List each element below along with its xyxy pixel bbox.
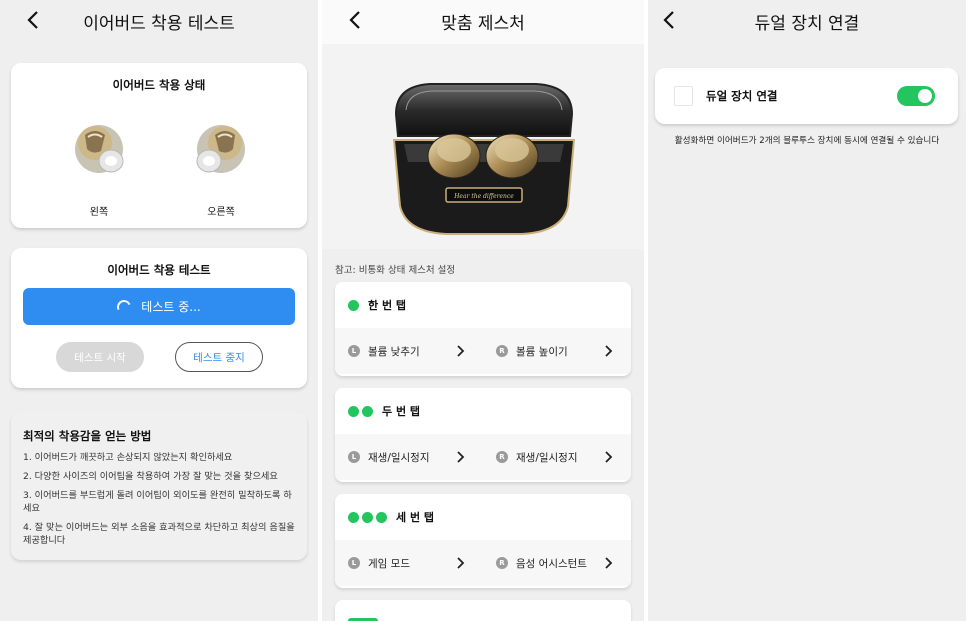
tap-count-indicator bbox=[348, 512, 387, 523]
action-label: 볼륨 낮추기 bbox=[368, 345, 420, 358]
custom-gesture-screen: 맞춤 제스처 Hear the difference 참고: 비통화 상태 제스… bbox=[322, 0, 644, 621]
dual-connection-label: 듀얼 장치 연결 bbox=[706, 89, 778, 103]
dual-connection-toggle[interactable] bbox=[897, 86, 935, 106]
card-title: 이어버드 착용 테스트 bbox=[107, 263, 211, 277]
top-bar: 맞춤 제스처 bbox=[322, 0, 644, 44]
device-placeholder-icon bbox=[674, 86, 693, 106]
dual-connection-description: 활성화하면 이어버드가 2개의 블루투스 장치에 동시에 연결될 수 있습니다 bbox=[674, 136, 940, 146]
left-action-item[interactable]: L 게임 모드 bbox=[335, 540, 471, 586]
top-bar: 듀얼 장치 연결 bbox=[648, 0, 966, 40]
right-label: 오른쪽 bbox=[207, 207, 235, 218]
page-title: 이어버드 착용 테스트 bbox=[83, 14, 235, 34]
page-title: 맞춤 제스처 bbox=[441, 14, 525, 34]
case-engraving-text: Hear the difference bbox=[453, 193, 514, 200]
right-badge: R bbox=[496, 557, 508, 569]
fit-status-card: 이어버드 착용 상태 왼쪽 오른쪽 bbox=[11, 63, 307, 228]
tip-item: 2. 다양한 사이즈의 이어팁을 착용하여 가장 잘 맞는 것을 찾으세요 bbox=[23, 471, 278, 482]
fit-tips-card: 최적의 착용감을 얻는 방법 1. 이어버드가 깨끗하고 손상되지 않았는지 확… bbox=[11, 412, 307, 560]
chevron-right-icon bbox=[457, 557, 465, 569]
action-label: 재생/일시정지 bbox=[368, 451, 430, 464]
chevron-right-icon bbox=[605, 345, 613, 357]
right-action-item[interactable]: R 볼륨 높이기 bbox=[483, 328, 619, 374]
start-test-button[interactable]: 테스트 시작 bbox=[56, 342, 144, 372]
gesture-card-single-tap: 한 번 탭 L 볼륨 낮추기 R 볼륨 높이기 bbox=[335, 282, 631, 376]
dual-connection-card: 듀얼 장치 연결 bbox=[655, 68, 958, 124]
gesture-card-partial bbox=[335, 600, 631, 621]
left-earbud-image bbox=[71, 121, 127, 181]
left-action-item[interactable]: L 재생/일시정지 bbox=[335, 434, 471, 480]
tip-item: 4. 잘 맞는 이어버드는 외부 소음을 효과적으로 차단하고 최상의 음질을 … bbox=[23, 522, 295, 546]
right-earbud-image bbox=[193, 121, 249, 181]
chevron-right-icon bbox=[605, 557, 613, 569]
gesture-card-triple-tap: 세 번 탭 L 게임 모드 R 음성 어시스턴트 bbox=[335, 494, 631, 588]
stop-test-button[interactable]: 테스트 중지 bbox=[175, 342, 263, 372]
right-badge: R bbox=[496, 345, 508, 357]
gesture-label: 한 번 탭 bbox=[368, 299, 407, 312]
toggle-knob bbox=[918, 89, 932, 103]
chevron-right-icon bbox=[457, 451, 465, 463]
fit-test-card: 이어버드 착용 테스트 테스트 중... 테스트 시작 테스트 중지 bbox=[11, 248, 307, 388]
action-label: 게임 모드 bbox=[368, 557, 410, 570]
gesture-actions: L 볼륨 낮추기 R 볼륨 높이기 bbox=[335, 328, 631, 374]
earbuds-case-image: Hear the difference bbox=[392, 83, 576, 235]
tip-item: 3. 이어버드를 부드럽게 돌려 이어팁이 외이도를 완전히 밀착하도록 하세요 bbox=[23, 490, 292, 514]
gesture-actions: L 게임 모드 R 음성 어시스턴트 bbox=[335, 540, 631, 586]
loading-spinner-icon bbox=[115, 297, 134, 316]
testing-label: 테스트 중... bbox=[141, 300, 201, 314]
testing-button[interactable]: 테스트 중... bbox=[23, 288, 295, 325]
tap-count-indicator bbox=[348, 300, 359, 311]
right-action-item[interactable]: R 재생/일시정지 bbox=[483, 434, 619, 480]
product-image-area: Hear the difference bbox=[322, 44, 644, 249]
chevron-right-icon bbox=[457, 345, 465, 357]
gesture-header: 세 번 탭 bbox=[335, 494, 631, 540]
gesture-header: 두 번 탭 bbox=[335, 388, 631, 434]
tap-count-indicator bbox=[348, 406, 373, 417]
fit-test-screen: 이어버드 착용 테스트 이어버드 착용 상태 왼쪽 오른쪽 이어버드 착용 테스… bbox=[0, 0, 318, 621]
top-bar: 이어버드 착용 테스트 bbox=[0, 0, 318, 40]
action-label: 재생/일시정지 bbox=[516, 451, 578, 464]
right-action-item[interactable]: R 음성 어시스턴트 bbox=[483, 540, 619, 586]
page-title: 듀얼 장치 연결 bbox=[754, 14, 860, 34]
action-label: 음성 어시스턴트 bbox=[516, 557, 587, 570]
chevron-right-icon bbox=[605, 451, 613, 463]
gesture-label: 두 번 탭 bbox=[382, 405, 421, 418]
left-label: 왼쪽 bbox=[89, 207, 109, 218]
action-label: 볼륨 높이기 bbox=[516, 345, 568, 358]
gesture-actions: L 재생/일시정지 R 재생/일시정지 bbox=[335, 434, 631, 480]
left-badge: L bbox=[348, 557, 360, 569]
left-badge: L bbox=[348, 345, 360, 357]
gesture-note: 참고: 비통화 상태 제스처 설정 bbox=[335, 265, 456, 276]
card-title: 이어버드 착용 상태 bbox=[112, 78, 206, 92]
gesture-card-double-tap: 두 번 탭 L 재생/일시정지 R 재생/일시정지 bbox=[335, 388, 631, 482]
gesture-header: 한 번 탭 bbox=[335, 282, 631, 328]
tips-title: 최적의 착용감을 얻는 방법 bbox=[23, 429, 152, 443]
right-badge: R bbox=[496, 451, 508, 463]
gesture-label: 세 번 탭 bbox=[396, 511, 435, 524]
tip-item: 1. 이어버드가 깨끗하고 손상되지 않았는지 확인하세요 bbox=[23, 452, 233, 463]
dual-connection-screen: 듀얼 장치 연결 듀얼 장치 연결 활성화하면 이어버드가 2개의 블루투스 장… bbox=[648, 0, 966, 621]
left-action-item[interactable]: L 볼륨 낮추기 bbox=[335, 328, 471, 374]
left-badge: L bbox=[348, 451, 360, 463]
